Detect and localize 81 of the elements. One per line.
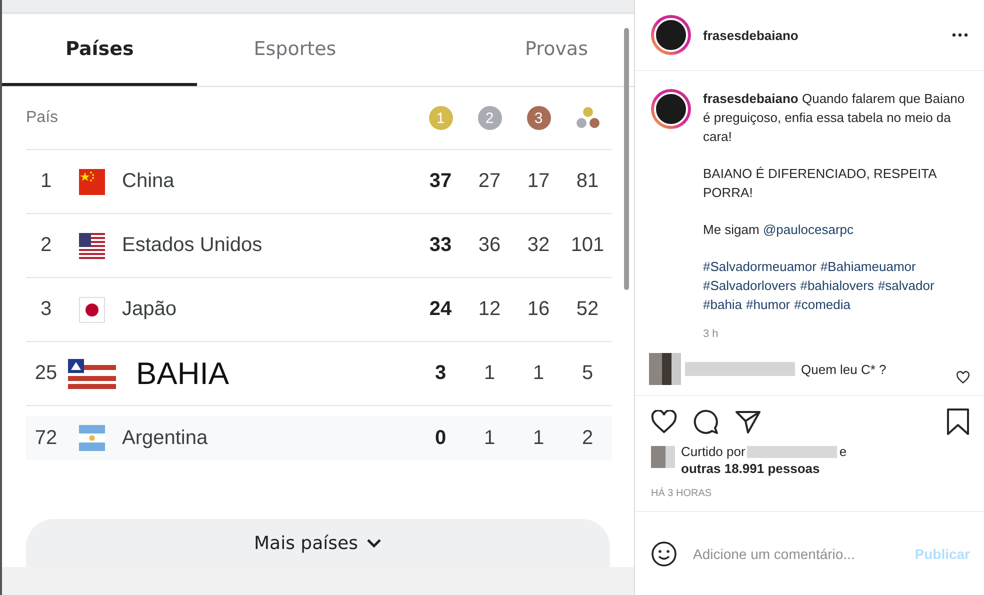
medal-count: 37 bbox=[429, 170, 452, 193]
medal-count: 27 bbox=[478, 170, 501, 193]
post-time: 3 h bbox=[703, 328, 720, 340]
table-row[interactable]: 1 China 37 27 17 81 bbox=[26, 150, 612, 214]
medal-count: 17 bbox=[527, 170, 550, 193]
chevron-down-icon bbox=[366, 537, 382, 549]
medals-total-icon bbox=[574, 106, 600, 130]
hashtag-link[interactable]: #bahia bbox=[703, 295, 742, 314]
hashtag-link[interactable]: #humor bbox=[746, 295, 790, 314]
like-comment-icon[interactable] bbox=[956, 370, 970, 384]
medal-count: 52 bbox=[576, 298, 599, 321]
medal-count: 1 bbox=[484, 362, 496, 385]
medal-count: 3 bbox=[434, 362, 446, 385]
flag-icon bbox=[79, 168, 105, 194]
column-header: País bbox=[26, 109, 60, 127]
likes-count[interactable]: outras 18.991 pessoas bbox=[681, 461, 847, 476]
table-row[interactable]: 72 Argentina 0 1 1 2 bbox=[26, 416, 612, 460]
medal-count: 33 bbox=[429, 234, 452, 257]
medal-count: 101 bbox=[570, 234, 604, 257]
scrollbar[interactable] bbox=[624, 28, 629, 290]
country-name: China bbox=[121, 170, 176, 193]
hashtag-link[interactable]: #Bahiameuamor bbox=[820, 257, 916, 276]
country-name: Argentina bbox=[121, 426, 209, 450]
avatar[interactable] bbox=[651, 15, 691, 55]
first-place-icon: 1 bbox=[428, 106, 452, 130]
medal-count: 81 bbox=[576, 170, 599, 193]
rank-text: 72 bbox=[34, 426, 58, 450]
hashtag-link[interactable]: #comedia bbox=[794, 295, 850, 314]
medal-count: 16 bbox=[527, 298, 550, 321]
second-place-icon: 2 bbox=[478, 106, 502, 130]
medal-count: 1 bbox=[484, 426, 496, 450]
table-row[interactable]: 25 BAHIA 3 1 1 5 bbox=[26, 342, 612, 406]
hashtag-link[interactable]: #salvador bbox=[878, 276, 934, 295]
medal-count: 2 bbox=[582, 426, 594, 450]
post-timestamp: HÁ 3 HORAS bbox=[635, 478, 984, 512]
hashtag-link[interactable]: #Salvadorlovers bbox=[703, 276, 796, 295]
medal-count: 24 bbox=[429, 298, 452, 321]
avatar[interactable] bbox=[651, 89, 691, 129]
medal-count: 36 bbox=[478, 234, 501, 257]
medal-count: 12 bbox=[478, 298, 501, 321]
flag-icon bbox=[68, 358, 116, 388]
hashtag-link[interactable]: #Salvadormeuamor bbox=[703, 257, 816, 276]
third-place-icon: 3 bbox=[526, 106, 550, 130]
more-options-icon[interactable] bbox=[952, 33, 968, 37]
medal-count: 32 bbox=[527, 234, 550, 257]
flag-icon bbox=[79, 296, 105, 322]
caption-text: frasesdebaiano Quando falarem que Baiano é preguiçoso, enfia essa tabela no meio da cara! bbox=[703, 90, 965, 146]
likes-text: e bbox=[839, 444, 847, 459]
country-name: Estados Unidos bbox=[121, 234, 264, 257]
flag-icon bbox=[79, 425, 105, 451]
bookmark-icon[interactable] bbox=[946, 408, 970, 436]
caption-text: Me sigam bbox=[703, 222, 760, 237]
more-countries-button[interactable]: Mais países bbox=[26, 519, 610, 567]
medal-count: 1 bbox=[532, 426, 544, 450]
table-row[interactable]: 3 Japão 24 12 16 52 bbox=[26, 278, 612, 342]
mention-link[interactable]: @paulocesarpc bbox=[762, 222, 854, 237]
like-icon[interactable] bbox=[651, 410, 677, 434]
rank-text: 2 bbox=[39, 234, 53, 257]
rank-text: 25 bbox=[34, 362, 58, 385]
medal-count: 5 bbox=[582, 362, 594, 385]
username-link[interactable]: frasesdebaiano bbox=[703, 28, 940, 42]
rank-text: 1 bbox=[39, 170, 53, 193]
likes-text: Curtido por bbox=[681, 444, 746, 459]
medal-count: 0 bbox=[434, 426, 446, 450]
country-name: BAHIA bbox=[135, 356, 230, 392]
rank-text: 3 bbox=[39, 298, 53, 321]
country-name: Japão bbox=[121, 298, 178, 321]
tab[interactable]: Esportes bbox=[197, 14, 393, 86]
blurred-avatar bbox=[651, 446, 675, 468]
tab[interactable]: Provas bbox=[392, 14, 634, 86]
emoji-icon[interactable] bbox=[651, 540, 677, 566]
share-icon[interactable] bbox=[735, 410, 761, 434]
comment-icon[interactable] bbox=[693, 409, 719, 435]
tab[interactable]: Países bbox=[2, 14, 198, 86]
blurred-avatar bbox=[649, 353, 681, 385]
table-row[interactable]: 2 Estados Unidos 33 36 32 101 bbox=[26, 214, 612, 278]
hashtag-link[interactable]: #bahialovers bbox=[800, 276, 874, 295]
flag-icon bbox=[79, 232, 105, 258]
caption-text: BAIANO É DIFERENCIADO, RESPEITA PORRA! bbox=[703, 165, 938, 202]
comment-text: Quem leu C* ? bbox=[801, 362, 888, 376]
medal-count: 1 bbox=[532, 362, 544, 385]
